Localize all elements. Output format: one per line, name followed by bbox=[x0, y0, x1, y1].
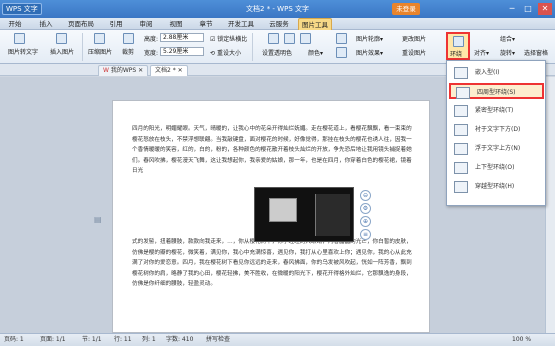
front-text-icon bbox=[454, 143, 468, 155]
selected-picture[interactable] bbox=[254, 187, 354, 242]
insert-picture-button[interactable]: 插入图片 bbox=[50, 33, 74, 56]
brightness-down-button[interactable] bbox=[336, 47, 347, 58]
status-pages: 页面: 1/1 bbox=[40, 336, 66, 343]
title-bar: WPS 文字 ▾ 文档2 * - WPS 文字 未登录 ─ □ ✕ bbox=[0, 0, 555, 24]
maximize-button[interactable]: □ bbox=[521, 3, 535, 15]
insert-picture-icon bbox=[56, 33, 67, 44]
brightness-down-icon bbox=[336, 47, 347, 58]
wrap-tight[interactable]: 紧密型环绕(T) bbox=[449, 103, 544, 119]
contrast-icon bbox=[268, 33, 279, 44]
menu-layout[interactable]: 页面布局 bbox=[66, 18, 96, 30]
crop-icon bbox=[123, 33, 134, 44]
picture-float-toolbar: ⊖ ⚙ ⊕ ≡ bbox=[360, 190, 372, 240]
group-button[interactable]: 组合▾ bbox=[500, 34, 515, 43]
picture-photo bbox=[269, 198, 297, 222]
menu-insert[interactable]: 插入 bbox=[36, 18, 56, 30]
transparent-icon bbox=[300, 33, 311, 44]
ribbon-divider bbox=[252, 33, 253, 61]
wrap-text-icon bbox=[453, 36, 464, 47]
picture-effect-button[interactable]: 图片效果▾ bbox=[356, 48, 383, 57]
pic-to-text-icon bbox=[14, 33, 25, 44]
zoom-level[interactable]: 100 % bbox=[512, 334, 531, 346]
contrast-down-icon bbox=[336, 33, 347, 44]
document-icon: ▤ bbox=[94, 215, 102, 224]
height-label: 高度: bbox=[144, 36, 159, 43]
square-wrap-icon bbox=[456, 87, 470, 99]
width-field[interactable]: 5.29厘米 bbox=[160, 47, 204, 56]
pic-to-text-button[interactable]: 图片转文字 bbox=[8, 33, 38, 56]
wrap-square[interactable]: 四周型环绕(S) bbox=[449, 83, 544, 99]
picture-outline-button[interactable]: 图片轮廓▾ bbox=[356, 34, 383, 43]
top-bottom-icon bbox=[454, 162, 468, 174]
rotate-button[interactable]: 旋转▾ bbox=[500, 48, 515, 57]
wrap-text-button[interactable]: 环绕 bbox=[446, 32, 470, 60]
status-section: 节: 1/1 bbox=[82, 336, 102, 343]
layout-icon[interactable]: ≡ bbox=[360, 229, 371, 240]
tab-my-wps[interactable]: W 我的WPS ✕ bbox=[98, 65, 149, 76]
contrast-up-button[interactable] bbox=[268, 33, 279, 44]
tab-document[interactable]: 文档2 * ✕ bbox=[150, 65, 188, 76]
compress-picture-button[interactable]: 压缩图片 bbox=[88, 33, 112, 56]
brightness-icon bbox=[284, 33, 295, 44]
paragraph-2[interactable]: 式的发髻，扭着腰肢，款款向我走来，…，你从樱花树下，你小旺旺的大眼睛，闪着晶晶的… bbox=[132, 237, 412, 290]
menu-reference[interactable]: 引用 bbox=[106, 18, 126, 30]
crop-button[interactable]: 裁剪 bbox=[122, 33, 134, 56]
menu-bar: 开始 插入 页面布局 引用 审阅 视图 章节 开发工具 云服务 图片工具 bbox=[0, 18, 555, 30]
menu-review[interactable]: 审阅 bbox=[136, 18, 156, 30]
brightness-up-button[interactable] bbox=[284, 33, 295, 44]
inline-icon bbox=[454, 67, 468, 79]
set-transparent-button[interactable] bbox=[300, 33, 311, 44]
color-button[interactable]: 颜色▾ bbox=[308, 48, 323, 57]
status-words: 字数: 410 bbox=[166, 336, 194, 343]
login-button[interactable]: 未登录 bbox=[392, 3, 420, 15]
ribbon-divider bbox=[82, 33, 83, 61]
status-col: 列: 1 bbox=[142, 336, 156, 343]
paragraph-1[interactable]: 四月的阳光，明媚耀眼。天气，晴暖的，让我心中的花朵开得灿烂妩媚。走在樱花道上，看… bbox=[132, 124, 412, 177]
status-row: 行: 11 bbox=[114, 336, 132, 343]
zoom-out-icon[interactable]: ⊖ bbox=[360, 190, 371, 201]
reset-picture-button[interactable]: 重设图片 bbox=[402, 48, 426, 57]
align-button[interactable]: 对齐▾ bbox=[474, 48, 489, 57]
wrap-text-menu: 嵌入型(I) 四周型环绕(S) 紧密型环绕(T) 衬于文字下方(D) 浮于文字上… bbox=[446, 60, 546, 206]
vertical-scrollbar[interactable] bbox=[545, 77, 555, 333]
behind-text-icon bbox=[454, 124, 468, 136]
status-page: 页码: 1 bbox=[4, 336, 24, 343]
contrast-down-button[interactable] bbox=[336, 33, 347, 44]
lock-ratio-checkbox[interactable]: ☑ 锁定纵横比 bbox=[210, 34, 247, 43]
menu-chapter[interactable]: 章节 bbox=[196, 18, 216, 30]
wrap-top-bottom[interactable]: 上下型环绕(O) bbox=[449, 160, 544, 176]
change-picture-button[interactable]: 更改图片 bbox=[402, 34, 426, 43]
menu-home[interactable]: 开始 bbox=[6, 18, 24, 30]
compress-icon bbox=[94, 33, 105, 44]
status-bar: 页码: 1 页面: 1/1 节: 1/1 行: 11 列: 1 字数: 410 … bbox=[0, 333, 555, 346]
wrap-behind[interactable]: 衬于文字下方(D) bbox=[449, 122, 544, 138]
zoom-in-icon[interactable]: ⊕ bbox=[360, 216, 371, 227]
settings-icon[interactable]: ⚙ bbox=[360, 203, 371, 214]
wrap-through[interactable]: 穿越型环绕(H) bbox=[449, 179, 544, 195]
picture-panel bbox=[315, 194, 350, 236]
select-pane-button[interactable]: 选择窗格 bbox=[524, 48, 548, 57]
wrap-front[interactable]: 浮于文字上方(N) bbox=[449, 141, 544, 157]
close-button[interactable]: ✕ bbox=[538, 3, 552, 15]
menu-developer[interactable]: 开发工具 bbox=[226, 18, 256, 30]
height-field[interactable]: 2.88厘米 bbox=[160, 33, 204, 42]
wps-logo-icon: W bbox=[103, 67, 109, 74]
menu-view[interactable]: 视图 bbox=[166, 18, 186, 30]
wrap-inline[interactable]: 嵌入型(I) bbox=[449, 65, 544, 81]
menu-picture-tools[interactable]: 图片工具 bbox=[298, 18, 332, 30]
menu-cloud[interactable]: 云服务 bbox=[266, 18, 292, 30]
transparent-color-label: 设置透明色 bbox=[262, 50, 293, 57]
through-wrap-icon bbox=[454, 181, 468, 193]
reset-size-button[interactable]: ⟲ 重设大小 bbox=[210, 48, 241, 57]
spell-check-button[interactable]: 拼写检查 bbox=[206, 334, 230, 346]
tight-wrap-icon bbox=[454, 105, 468, 117]
width-label: 宽度: bbox=[144, 50, 159, 57]
window-title: 文档2 * - WPS 文字 bbox=[246, 5, 309, 13]
minimize-button[interactable]: ─ bbox=[505, 3, 519, 15]
